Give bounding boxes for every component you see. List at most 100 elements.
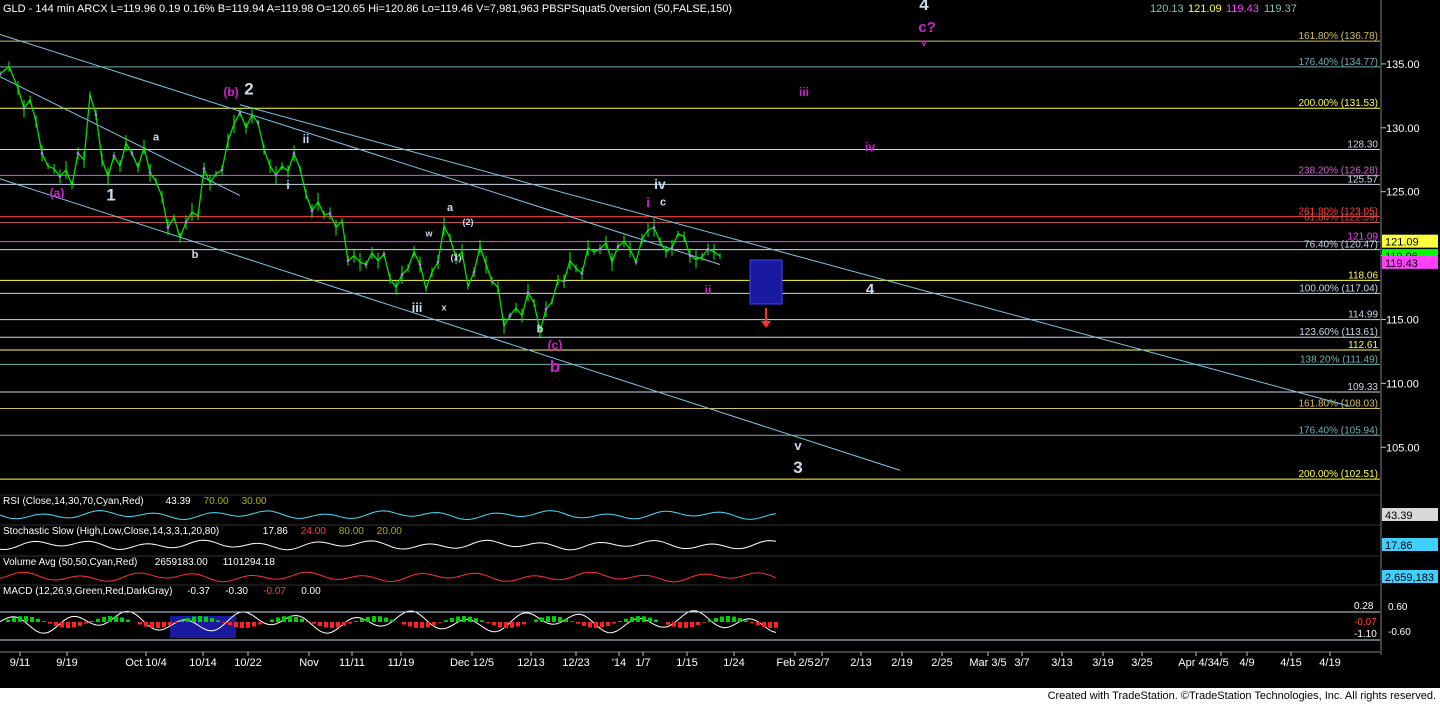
indicator-value: 30.00 — [242, 496, 267, 507]
macd-bar — [204, 616, 208, 622]
axis-tick-label: 115.00 — [1386, 314, 1419, 326]
macd-bar — [318, 622, 322, 626]
price-dot — [562, 279, 566, 283]
macd-bar — [648, 617, 652, 622]
time-tick-label: 4/9 — [1239, 657, 1254, 669]
price-dot — [238, 111, 242, 114]
header-value: 119.37 — [1264, 3, 1297, 15]
time-tick-label: 12/23 — [562, 657, 590, 669]
price-dot — [310, 209, 314, 213]
time-tick-label: Feb 2/5 — [776, 657, 813, 669]
indicator-value: 17.86 — [263, 526, 288, 537]
macd-bar — [216, 620, 220, 622]
indicator-value: 1101294.18 — [223, 557, 276, 568]
price-dot — [94, 113, 98, 117]
macd-bar — [456, 616, 460, 622]
level-label: 128.30 — [1347, 140, 1378, 151]
time-tick-label: 2/19 — [891, 657, 912, 669]
macd-bar — [726, 616, 730, 622]
price-dot — [274, 173, 278, 177]
macd-bar — [378, 616, 382, 622]
macd-bar — [450, 618, 454, 622]
macd-bar — [702, 622, 706, 623]
price-dot — [652, 226, 656, 229]
macd-bar — [12, 617, 16, 622]
axis-tick-label: 105.00 — [1386, 442, 1420, 454]
macd-bar — [774, 622, 778, 628]
wave-label: a — [447, 202, 454, 214]
macd-level-label: 0.60 — [1388, 602, 1408, 613]
time-tick-label: 10/22 — [234, 657, 262, 669]
macd-bar — [156, 622, 160, 628]
macd-bar — [498, 622, 502, 628]
macd-bar — [36, 618, 40, 622]
time-tick-label: Mar 3/5 — [969, 657, 1006, 669]
macd-bar — [582, 622, 586, 627]
wave-label: b — [537, 323, 544, 335]
macd-bar — [462, 616, 466, 622]
level-label: 76.40% (120.47) — [1304, 240, 1378, 251]
header-value: 120.13 — [1150, 3, 1184, 15]
copyright-text: Created with TradeStation. ©TradeStation… — [1047, 690, 1436, 702]
time-tick-label: 2/25 — [931, 657, 952, 669]
macd-bar — [168, 622, 172, 626]
macd-bar — [186, 618, 190, 622]
macd-bar — [246, 622, 250, 628]
macd-bar — [426, 622, 430, 628]
macd-bar — [312, 622, 316, 624]
macd-bar — [102, 616, 106, 622]
macd-bar — [618, 621, 622, 622]
macd-bar — [510, 622, 514, 628]
macd-bar — [594, 622, 598, 628]
macd-bar — [750, 622, 754, 623]
indicator-value: 70.00 — [204, 496, 229, 507]
macd-level-label: -1.10 — [1354, 629, 1377, 640]
macd-bar — [390, 619, 394, 622]
macd-level-label: 0.28 — [1354, 601, 1374, 612]
macd-bar — [72, 622, 76, 628]
wave-label: (b) — [223, 85, 238, 99]
macd-bar — [666, 622, 670, 625]
macd-bar — [162, 622, 166, 628]
price-dot — [58, 174, 62, 178]
price-dot — [490, 279, 494, 283]
indicator-title: MACD (12,26,9,Green,Red,DarkGray) — [3, 586, 173, 597]
level-label: 109.33 — [1347, 382, 1378, 393]
price-chart: 161.80% (136.78) 176.40% (134.77) 200.00% … — [0, 0, 1440, 688]
time-tick-label: 4/19 — [1319, 657, 1340, 669]
macd-bar — [174, 622, 178, 623]
price-dot — [130, 151, 134, 155]
wave-label: b — [550, 357, 560, 376]
level-label: 200.00% (102.51) — [1298, 469, 1378, 480]
axis-tick-label: 110.00 — [1386, 378, 1419, 390]
macd-bar — [336, 622, 340, 628]
macd-bar — [534, 619, 538, 622]
price-dot — [634, 260, 638, 264]
macd-bar — [342, 622, 346, 626]
time-tick-label: 3/25 — [1131, 657, 1152, 669]
macd-bar — [756, 622, 760, 626]
macd-bar — [126, 619, 130, 622]
price-dot — [598, 247, 602, 251]
price-dot — [382, 252, 386, 256]
macd-bar — [384, 617, 388, 622]
indicator-badge-text: 2,659,183 — [1385, 572, 1434, 584]
indicator-value: 24.00 — [301, 526, 326, 537]
macd-bar — [696, 622, 700, 626]
macd-bar — [600, 622, 604, 628]
macd-bar — [258, 622, 262, 625]
macd-bar — [366, 616, 370, 622]
macd-bar — [348, 622, 352, 624]
header-value: 119.43 — [1226, 3, 1259, 15]
price-dot — [166, 226, 170, 229]
wave-label: (a) — [50, 186, 65, 200]
indicator-value: -0.07 — [263, 586, 286, 597]
level-label: 61.80% (122.59) — [1304, 212, 1378, 223]
macd-bar — [114, 616, 118, 622]
wave-label: x — [441, 303, 446, 313]
macd-bar — [90, 621, 94, 622]
macd-bar — [360, 618, 364, 622]
time-tick-label: 9/19 — [56, 657, 77, 669]
macd-bar — [294, 616, 298, 622]
macd-bar — [210, 618, 214, 622]
